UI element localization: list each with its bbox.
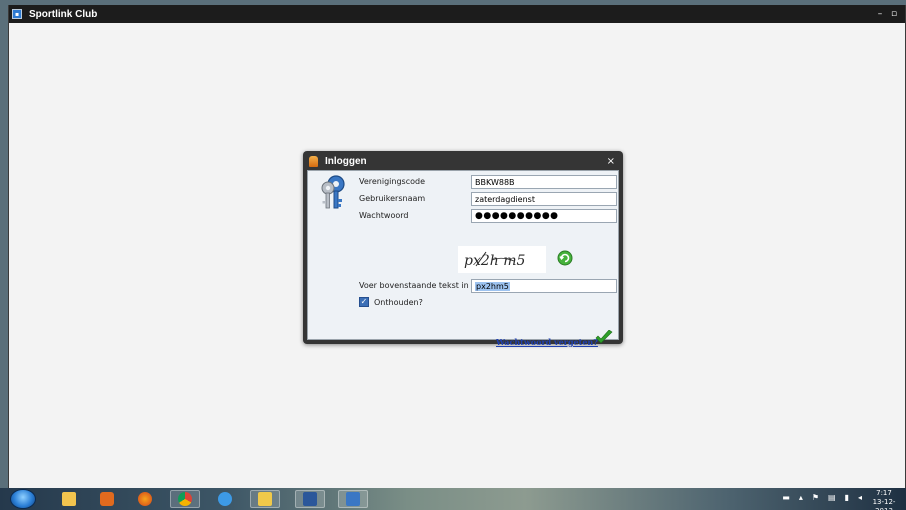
captcha-text: px2h m5 bbox=[464, 253, 526, 269]
window-controls: – ▫ bbox=[875, 9, 905, 19]
taskbar-outlook[interactable] bbox=[250, 490, 280, 508]
flag-icon[interactable]: ⚑ bbox=[812, 493, 819, 502]
taskbar: ▬ ▴ ⚑ ▤ ▮ ◂ 7:17 13-12-2013 bbox=[0, 488, 906, 510]
taskbar-explorer[interactable] bbox=[54, 490, 84, 508]
chrome-icon bbox=[178, 492, 192, 506]
sportlink-app-icon: ▪ bbox=[12, 9, 22, 19]
system-tray: ▬ ▴ ⚑ ▤ ▮ ◂ bbox=[782, 493, 862, 502]
internet-explorer-icon bbox=[218, 492, 232, 506]
remember-checkbox[interactable]: ✓ bbox=[359, 297, 369, 307]
firefox-icon bbox=[138, 492, 152, 506]
gebruiker-label: Gebruikersnaam bbox=[359, 194, 426, 203]
network-icon[interactable]: ▤ bbox=[828, 493, 836, 502]
word-icon bbox=[303, 492, 317, 506]
taskbar-chrome[interactable] bbox=[170, 490, 200, 508]
mail-icon bbox=[258, 492, 272, 506]
start-button[interactable] bbox=[10, 489, 36, 509]
dialog-close-button[interactable]: × bbox=[607, 156, 615, 167]
dialog-title: Inloggen bbox=[325, 156, 367, 167]
wachtwoord-input[interactable]: ●●●●●●●●●● bbox=[471, 209, 617, 223]
taskbar-internet-explorer[interactable] bbox=[210, 490, 240, 508]
vereniging-input[interactable]: BBKW88B bbox=[471, 175, 617, 189]
vereniging-label: Verenigingscode bbox=[359, 177, 426, 186]
captcha-input[interactable]: px2hm5 bbox=[471, 279, 617, 293]
folder-icon bbox=[62, 492, 76, 506]
login-confirm-checkmark-icon[interactable] bbox=[595, 330, 613, 346]
taskbar-media-player[interactable] bbox=[92, 490, 122, 508]
taskbar-sportlink[interactable] bbox=[338, 490, 368, 508]
refresh-captcha-icon[interactable] bbox=[557, 250, 573, 266]
captcha-prompt-label: Voer bovenstaande tekst in bbox=[359, 281, 469, 290]
wachtwoord-label: Wachtwoord bbox=[359, 211, 409, 220]
taskbar-word[interactable] bbox=[295, 490, 325, 508]
login-dialog: Inloggen × Verenigingscode BBKW88B Gebru… bbox=[303, 151, 623, 347]
forgot-password-link[interactable]: Wachtwoord vergeten? bbox=[496, 337, 598, 347]
gebruiker-input[interactable]: zaterdagdienst bbox=[471, 192, 617, 206]
taskbar-firefox[interactable] bbox=[130, 490, 160, 508]
volume-icon[interactable]: ◂ bbox=[858, 493, 862, 502]
remember-label: Onthouden? bbox=[374, 298, 423, 307]
clock-time: 7:17 bbox=[876, 489, 892, 497]
window-titlebar[interactable]: ▪ Sportlink Club – ▫ bbox=[9, 5, 905, 23]
show-hidden-icons-icon[interactable]: ▴ bbox=[799, 493, 803, 502]
restore-button[interactable]: ▫ bbox=[889, 9, 899, 19]
media-player-icon bbox=[100, 492, 114, 506]
sportlink-icon bbox=[346, 492, 360, 506]
user-icon bbox=[309, 156, 318, 167]
dialog-titlebar[interactable]: Inloggen × bbox=[307, 153, 619, 170]
captcha-input-value: px2hm5 bbox=[475, 282, 510, 291]
minimize-button[interactable]: – bbox=[875, 9, 885, 19]
taskbar-clock[interactable]: 7:17 13-12-2013 bbox=[866, 489, 902, 510]
captcha-image: px2h m5 bbox=[458, 246, 546, 273]
clock-date: 13-12-2013 bbox=[872, 498, 896, 510]
dialog-body: Verenigingscode BBKW88B Gebruikersnaam z… bbox=[307, 170, 619, 347]
window-title: Sportlink Club bbox=[29, 8, 98, 20]
signal-icon[interactable]: ▮ bbox=[845, 493, 849, 502]
keys-icon bbox=[321, 175, 345, 209]
keyboard-icon[interactable]: ▬ bbox=[782, 493, 790, 502]
